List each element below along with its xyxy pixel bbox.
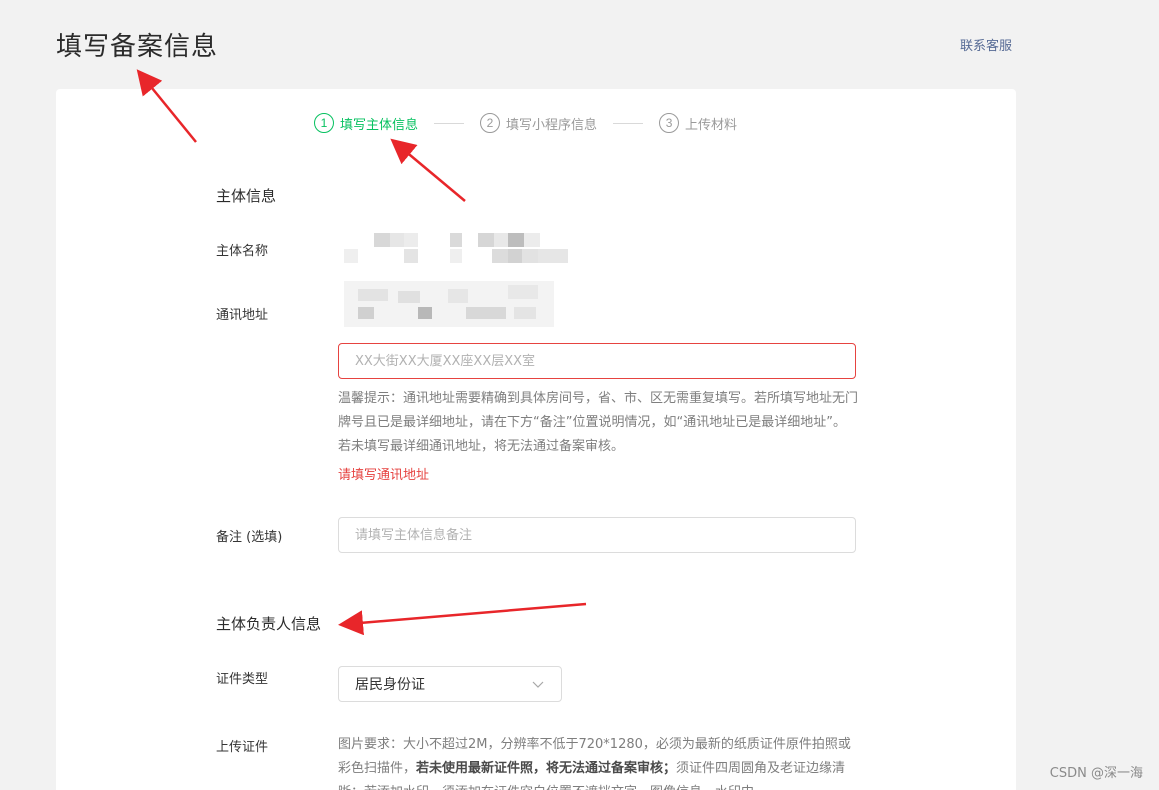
upload-requirements-text: 图片要求：大小不超过2M，分辨率不低于720*1280，必须为最新的纸质证件原件… xyxy=(338,733,858,790)
address-error-message: 请填写通讯地址 xyxy=(338,468,430,483)
remark-label: 备注 (选填) xyxy=(216,530,283,545)
remark-input[interactable] xyxy=(338,517,856,553)
step-number: 2 xyxy=(480,113,501,133)
address-hint-text: 温馨提示：通讯地址需要精确到具体房间号，省、市、区无需重复填写。若所填写地址无门… xyxy=(338,391,859,454)
chevron-down-icon xyxy=(532,681,544,688)
subject-name-label: 主体名称 xyxy=(216,244,269,259)
step-connector xyxy=(434,122,465,124)
step-number: 3 xyxy=(659,113,680,133)
step-label: 填写小程序信息 xyxy=(506,117,598,133)
contact-support-link[interactable]: 联系客服 xyxy=(960,35,1012,54)
address-detail-input[interactable] xyxy=(338,343,856,379)
step-fill-subject-info[interactable]: 1 填写主体信息 xyxy=(314,113,418,133)
address-region-redacted xyxy=(338,279,554,329)
subject-name-redacted xyxy=(342,231,572,267)
page-title: 填写备案信息 xyxy=(56,32,219,62)
owner-info-section-title: 主体负责人信息 xyxy=(216,615,322,633)
csdn-watermark: CSDN @深一海 xyxy=(1049,766,1143,781)
upload-hint-emphasis: 若未使用最新证件照，将无法通过备案审核； xyxy=(416,761,677,776)
upload-id-label: 上传证件 xyxy=(216,740,269,755)
step-label: 填写主体信息 xyxy=(340,117,419,133)
step-label: 上传材料 xyxy=(685,117,738,133)
form-card: 1 填写主体信息 2 填写小程序信息 3 上传材料 主体信息 主体名称 通讯地址 xyxy=(56,89,1016,790)
step-upload-materials[interactable]: 3 上传材料 xyxy=(659,113,737,133)
step-connector xyxy=(613,122,644,124)
id-type-label: 证件类型 xyxy=(216,672,269,687)
id-type-select[interactable]: 居民身份证 xyxy=(338,666,562,702)
step-fill-miniprogram-info[interactable]: 2 填写小程序信息 xyxy=(480,113,597,133)
id-type-selected-value: 居民身份证 xyxy=(355,677,425,693)
address-label: 通讯地址 xyxy=(216,308,269,323)
step-number: 1 xyxy=(314,113,334,133)
subject-info-section-title: 主体信息 xyxy=(216,187,277,205)
stepper: 1 填写主体信息 2 填写小程序信息 3 上传材料 xyxy=(314,113,737,133)
